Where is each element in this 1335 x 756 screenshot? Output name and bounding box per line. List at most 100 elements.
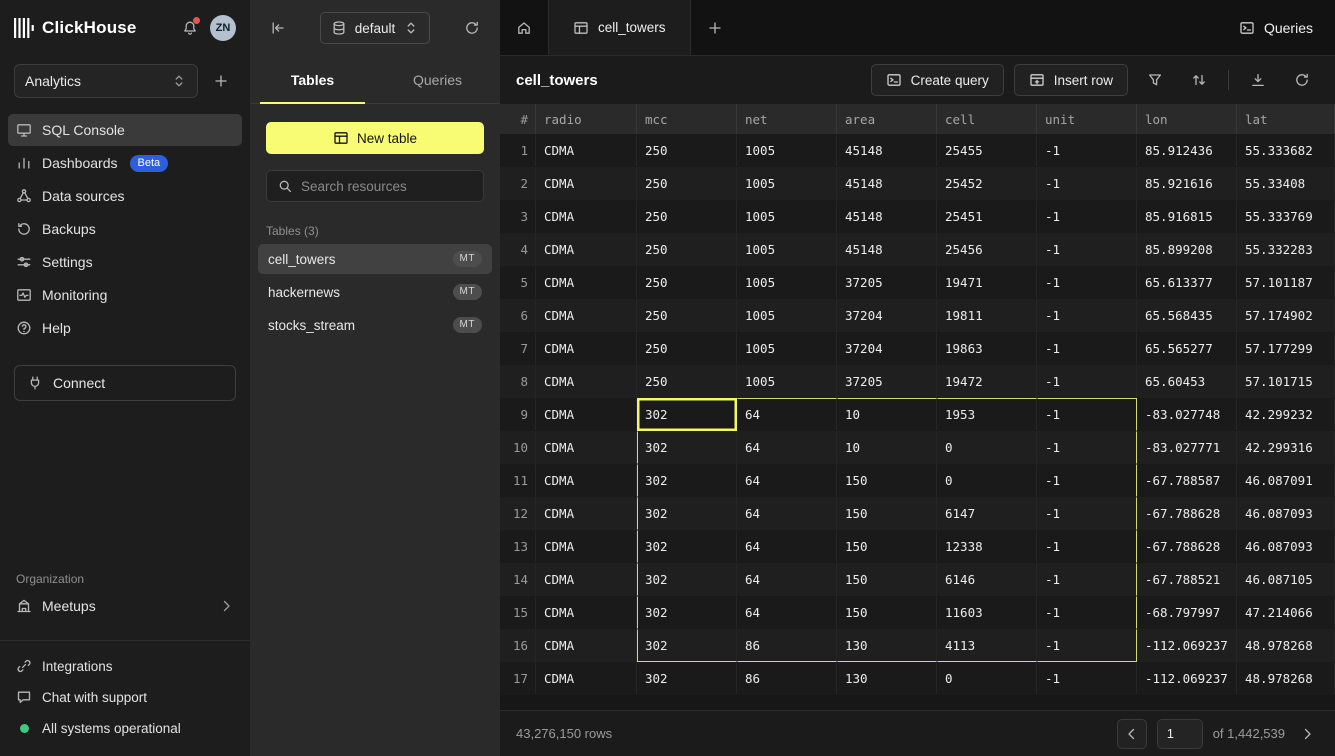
cell[interactable]: 1005: [737, 365, 837, 398]
cell[interactable]: CDMA: [536, 563, 637, 596]
tab-cell-towers[interactable]: cell_towers: [548, 0, 691, 55]
cell[interactable]: 64: [737, 464, 837, 497]
cell[interactable]: 0: [937, 431, 1037, 464]
cell[interactable]: 55.332283: [1237, 233, 1335, 266]
cell[interactable]: -1: [1037, 662, 1137, 695]
cell[interactable]: -83.027771: [1137, 431, 1237, 464]
cell[interactable]: 55.333769: [1237, 200, 1335, 233]
table-list-item-stocks-stream[interactable]: stocks_stream MT: [258, 310, 492, 340]
cell[interactable]: 64: [737, 563, 837, 596]
cell[interactable]: 64: [737, 497, 837, 530]
sidebar-item-monitoring[interactable]: Monitoring: [8, 279, 242, 311]
sidebar-item-sql-console[interactable]: SQL Console: [8, 114, 242, 146]
cell[interactable]: 10: [837, 398, 937, 431]
cell[interactable]: 302: [637, 497, 737, 530]
cell[interactable]: CDMA: [536, 464, 637, 497]
cell[interactable]: 302: [637, 596, 737, 629]
cell[interactable]: CDMA: [536, 332, 637, 365]
cell[interactable]: CDMA: [536, 134, 637, 167]
create-query-button[interactable]: Create query: [871, 64, 1004, 96]
footer-item-integrations[interactable]: Integrations: [8, 651, 242, 681]
cell[interactable]: 86: [737, 629, 837, 662]
cell[interactable]: CDMA: [536, 167, 637, 200]
clickhouse-logo[interactable]: ClickHouse: [14, 17, 137, 39]
cell[interactable]: 64: [737, 530, 837, 563]
org-item-meetups[interactable]: Meetups: [8, 590, 242, 622]
cell[interactable]: 85.916815: [1137, 200, 1237, 233]
cell[interactable]: 37204: [837, 332, 937, 365]
cell[interactable]: 45148: [837, 134, 937, 167]
cell[interactable]: 1005: [737, 332, 837, 365]
sidebar-item-backups[interactable]: Backups: [8, 213, 242, 245]
cell[interactable]: 65.613377: [1137, 266, 1237, 299]
column-header-lon[interactable]: lon: [1137, 104, 1237, 134]
footer-item-chat-with-support[interactable]: Chat with support: [8, 682, 242, 712]
cell[interactable]: -1: [1037, 398, 1137, 431]
add-workspace-button[interactable]: [206, 66, 236, 96]
cell[interactable]: 19863: [937, 332, 1037, 365]
cell[interactable]: 302: [637, 464, 737, 497]
cell[interactable]: -1: [1037, 464, 1137, 497]
cell[interactable]: 45148: [837, 200, 937, 233]
cell[interactable]: 65.60453: [1137, 365, 1237, 398]
cell[interactable]: 65.568435: [1137, 299, 1237, 332]
cell[interactable]: 46.087093: [1237, 497, 1335, 530]
cell[interactable]: 55.333682: [1237, 134, 1335, 167]
cell[interactable]: 46.087091: [1237, 464, 1335, 497]
cell[interactable]: -1: [1037, 167, 1137, 200]
cell[interactable]: -67.788521: [1137, 563, 1237, 596]
cell[interactable]: 1005: [737, 299, 837, 332]
cell[interactable]: 45148: [837, 233, 937, 266]
column-header-area[interactable]: area: [837, 104, 937, 134]
table-list-item-cell-towers[interactable]: cell_towers MT: [258, 244, 492, 274]
cell[interactable]: CDMA: [536, 299, 637, 332]
cell[interactable]: 46.087105: [1237, 563, 1335, 596]
cell[interactable]: 37205: [837, 266, 937, 299]
connect-button[interactable]: Connect: [14, 365, 236, 401]
search-input[interactable]: [301, 179, 473, 194]
cell[interactable]: -1: [1037, 497, 1137, 530]
cell[interactable]: 46.087093: [1237, 530, 1335, 563]
cell[interactable]: 1005: [737, 134, 837, 167]
cell[interactable]: 1953: [937, 398, 1037, 431]
cell[interactable]: 150: [837, 530, 937, 563]
cell[interactable]: CDMA: [536, 431, 637, 464]
cell[interactable]: -67.788628: [1137, 530, 1237, 563]
cell[interactable]: CDMA: [536, 233, 637, 266]
column-header-unit[interactable]: unit: [1037, 104, 1137, 134]
cell[interactable]: 45148: [837, 167, 937, 200]
cell[interactable]: 19811: [937, 299, 1037, 332]
cell[interactable]: 6146: [937, 563, 1037, 596]
cell[interactable]: CDMA: [536, 200, 637, 233]
cell[interactable]: 86: [737, 662, 837, 695]
database-select[interactable]: default: [320, 12, 431, 44]
cell[interactable]: 150: [837, 563, 937, 596]
cell[interactable]: 42.299316: [1237, 431, 1335, 464]
cell[interactable]: 25456: [937, 233, 1037, 266]
cell[interactable]: 64: [737, 398, 837, 431]
cell[interactable]: 250: [637, 365, 737, 398]
cell[interactable]: -1: [1037, 134, 1137, 167]
cell[interactable]: -112.069237: [1137, 629, 1237, 662]
cell[interactable]: CDMA: [536, 497, 637, 530]
cell[interactable]: 37205: [837, 365, 937, 398]
cell[interactable]: 55.33408: [1237, 167, 1335, 200]
cell[interactable]: -1: [1037, 365, 1137, 398]
cell[interactable]: -1: [1037, 200, 1137, 233]
cell[interactable]: CDMA: [536, 530, 637, 563]
cell[interactable]: 302: [637, 629, 737, 662]
footer-item-all-systems-operational[interactable]: All systems operational: [8, 713, 242, 743]
cell[interactable]: -1: [1037, 332, 1137, 365]
sidebar-item-data-sources[interactable]: Data sources: [8, 180, 242, 212]
search-box[interactable]: [266, 170, 484, 202]
cell[interactable]: 250: [637, 233, 737, 266]
page-input[interactable]: [1157, 719, 1203, 749]
cell[interactable]: 0: [937, 464, 1037, 497]
cell[interactable]: 250: [637, 266, 737, 299]
cell[interactable]: -1: [1037, 299, 1137, 332]
filter-button[interactable]: [1138, 64, 1172, 96]
cell[interactable]: 57.174902: [1237, 299, 1335, 332]
cell[interactable]: 302: [637, 431, 737, 464]
cell[interactable]: -1: [1037, 596, 1137, 629]
cell[interactable]: 150: [837, 464, 937, 497]
